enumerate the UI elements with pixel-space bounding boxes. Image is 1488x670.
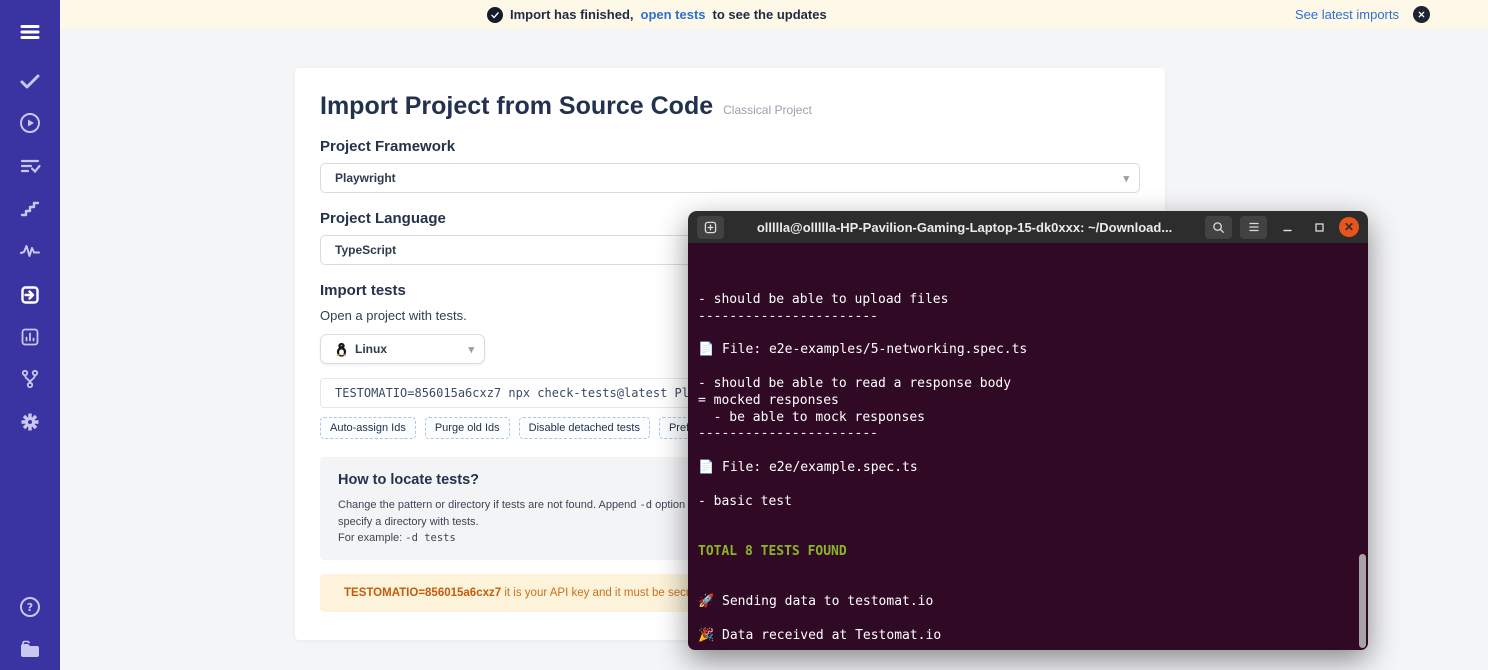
terminal-line: -----------------------	[698, 309, 1358, 326]
run-play-icon[interactable]	[18, 111, 42, 135]
terminal-line: 🚀 Sending data to testomat.io	[698, 594, 1358, 611]
analytics-chart-icon[interactable]	[18, 325, 42, 349]
option-purge-old-ids[interactable]: Purge old Ids	[425, 417, 510, 439]
terminal-window[interactable]: ollllla@ollllla-HP-Pavilion-Gaming-Lapto…	[688, 211, 1368, 650]
terminal-scrollbar-thumb[interactable]	[1359, 554, 1366, 648]
terminal-line	[698, 326, 1358, 343]
notification-text-suffix: to see the updates	[713, 7, 827, 22]
close-icon[interactable]: ✕	[1339, 217, 1359, 237]
steps-icon[interactable]	[18, 197, 42, 221]
chevron-down-icon: ▾	[1123, 172, 1129, 185]
linux-penguin-icon	[335, 342, 348, 357]
terminal-body[interactable]: - should be able to upload files--------…	[688, 243, 1368, 650]
check-circle-icon	[487, 7, 503, 23]
git-branch-icon[interactable]	[18, 367, 42, 391]
notification-text-prefix: Import has finished,	[510, 7, 634, 22]
open-tests-link[interactable]: open tests	[641, 7, 706, 22]
terminal-titlebar[interactable]: ollllla@ollllla-HP-Pavilion-Gaming-Lapto…	[688, 211, 1368, 243]
api-key-value: TESTOMATIO=856015a6cxz7	[344, 587, 501, 599]
terminal-line: - basic test	[698, 494, 1358, 511]
folder-icon[interactable]	[18, 638, 42, 662]
help-icon[interactable]: ?	[18, 595, 42, 619]
chevron-down-icon: ▾	[468, 343, 474, 356]
close-icon[interactable]	[1413, 6, 1430, 23]
os-value: Linux	[355, 342, 387, 356]
terminal-line: - should be able to upload files	[698, 292, 1358, 309]
terminal-line	[698, 477, 1358, 494]
terminal-line: 📄 File: e2e-examples/5-networking.spec.t…	[698, 342, 1358, 359]
terminal-line: = mocked responses	[698, 393, 1358, 410]
framework-select[interactable]: Playwright ▾	[320, 163, 1140, 193]
project-type-label: Classical Project	[723, 103, 812, 117]
see-latest-imports-link[interactable]: See latest imports	[1295, 7, 1399, 22]
option-disable-detached-tests[interactable]: Disable detached tests	[519, 417, 650, 439]
terminal-title: ollllla@ollllla-HP-Pavilion-Gaming-Lapto…	[732, 220, 1197, 235]
terminal-output: - should be able to upload files--------…	[698, 292, 1358, 645]
search-icon[interactable]	[1205, 216, 1232, 239]
d-tests-code: -d tests	[405, 532, 456, 544]
activity-pulse-icon[interactable]	[18, 239, 42, 263]
check-icon[interactable]	[18, 69, 42, 93]
maximize-icon[interactable]	[1307, 216, 1331, 239]
terminal-line: 📄 File: e2e/example.spec.ts	[698, 460, 1358, 477]
d-option-code: -d	[639, 499, 652, 511]
terminal-line	[698, 611, 1358, 628]
terminal-line	[698, 359, 1358, 376]
page-title: Import Project from Source Code	[320, 92, 713, 121]
notification-bar: Import has finished, open tests to see t…	[60, 0, 1488, 29]
list-check-icon[interactable]	[18, 154, 42, 178]
new-tab-icon[interactable]	[697, 216, 724, 239]
menu-icon[interactable]	[18, 20, 42, 44]
import-icon[interactable]	[18, 283, 42, 307]
terminal-line: 🎉 Data received at Testomat.io	[698, 628, 1358, 645]
svg-text:?: ?	[27, 601, 33, 614]
terminal-line	[698, 561, 1358, 578]
notification-message: Import has finished, open tests to see t…	[487, 0, 827, 29]
terminal-line: -----------------------	[698, 426, 1358, 443]
terminal-line	[698, 578, 1358, 595]
sidebar: ?	[0, 0, 60, 670]
api-key-warning-text: it is your API key and it must be secure…	[501, 587, 709, 599]
terminal-line: - should be able to read a response body	[698, 376, 1358, 393]
settings-gear-icon[interactable]	[18, 410, 42, 434]
os-select[interactable]: Linux ▾	[320, 334, 485, 364]
terminal-line	[698, 527, 1358, 544]
minimize-icon[interactable]	[1275, 216, 1299, 239]
framework-label: Project Framework	[320, 138, 1140, 155]
terminal-line: - be able to mock responses	[698, 410, 1358, 427]
framework-value: Playwright	[335, 171, 396, 185]
terminal-line	[698, 510, 1358, 527]
language-value: TypeScript	[335, 243, 396, 257]
terminal-line	[698, 443, 1358, 460]
menu-icon[interactable]	[1240, 216, 1267, 239]
option-auto-assign-ids[interactable]: Auto-assign Ids	[320, 417, 416, 439]
terminal-line: TOTAL 8 TESTS FOUND	[698, 544, 1358, 561]
